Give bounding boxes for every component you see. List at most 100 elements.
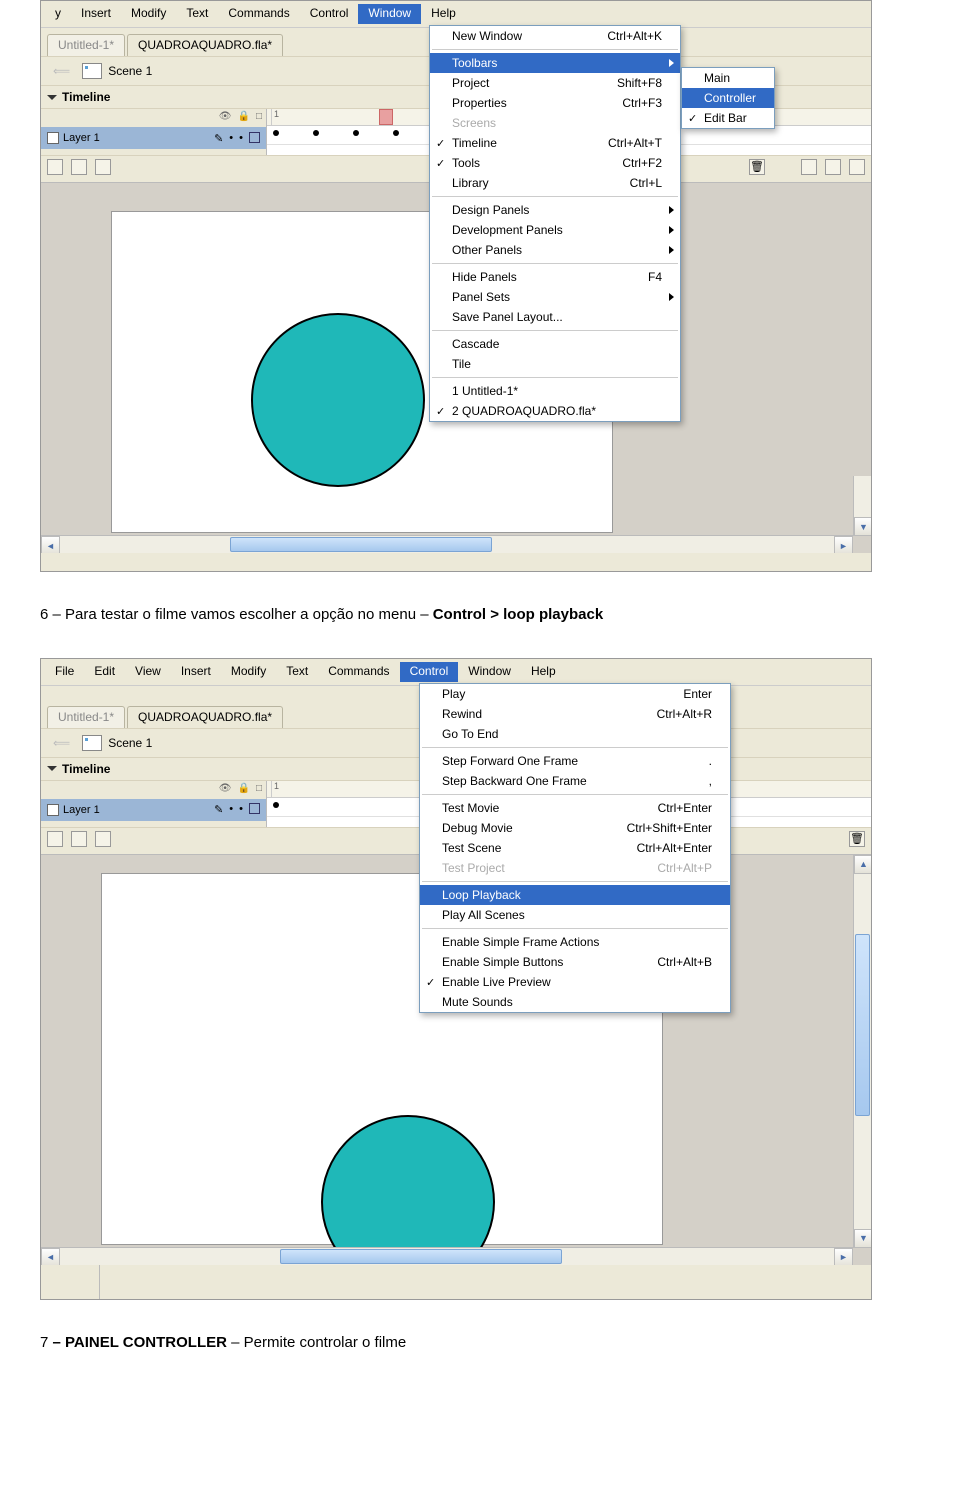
add-folder-button[interactable] [95, 831, 111, 847]
menu-insert[interactable]: Insert [71, 4, 121, 24]
menu-view[interactable]: View [125, 662, 171, 682]
trash-button[interactable]: 🗑 [849, 831, 865, 847]
menu-item[interactable]: Toolbars [430, 53, 680, 73]
menu-window[interactable]: Window [358, 4, 421, 24]
layer-row[interactable]: Layer 1 ✎•• [41, 799, 266, 821]
menu-item[interactable]: PropertiesCtrl+F3 [430, 93, 680, 113]
menu-item[interactable]: Enable Simple ButtonsCtrl+Alt+B [420, 952, 730, 972]
menu-item[interactable]: Debug MovieCtrl+Shift+Enter [420, 818, 730, 838]
menu-item[interactable]: Play All Scenes [420, 905, 730, 925]
scroll-left-button[interactable]: ◄ [41, 1248, 60, 1265]
scroll-right-button[interactable]: ► [834, 1248, 853, 1265]
scroll-down-button[interactable]: ▼ [854, 517, 871, 536]
playhead[interactable] [379, 109, 393, 125]
keyframe[interactable] [313, 130, 319, 136]
menu-item[interactable]: Loop Playback [420, 885, 730, 905]
tab-untitled[interactable]: Untitled-1* [47, 34, 125, 56]
menu-item[interactable]: Save Panel Layout... [430, 307, 680, 327]
menu-window[interactable]: Window [458, 662, 521, 682]
menu-item[interactable]: ✓ToolsCtrl+F2 [430, 153, 680, 173]
menu-item[interactable]: Test ProjectCtrl+Alt+P [420, 858, 730, 878]
menu-text[interactable]: Text [276, 662, 318, 682]
menu-item[interactable]: 1 Untitled-1* [430, 381, 680, 401]
menu-control[interactable]: Control [400, 662, 459, 682]
menu-item[interactable]: Test SceneCtrl+Alt+Enter [420, 838, 730, 858]
menu-item[interactable]: ✓Enable Live Preview [420, 972, 730, 992]
tab-quadro[interactable]: QUADROAQUADRO.fla* [127, 706, 283, 728]
add-layer-button[interactable] [47, 831, 63, 847]
menu-item[interactable]: LibraryCtrl+L [430, 173, 680, 193]
onion-outline-button[interactable] [825, 159, 841, 175]
menu-item[interactable]: Main [682, 68, 774, 88]
menu-insert[interactable]: Insert [171, 662, 221, 682]
keyframe[interactable] [393, 130, 399, 136]
menu-help[interactable]: Help [421, 4, 466, 24]
add-guide-button[interactable] [71, 831, 87, 847]
scroll-left-button[interactable]: ◄ [41, 536, 60, 553]
scroll-track[interactable] [60, 536, 834, 553]
layer-row[interactable]: Layer 1 ✎•• [41, 127, 266, 149]
menu-item[interactable]: Screens [430, 113, 680, 133]
menu-item[interactable]: Enable Simple Frame Actions [420, 932, 730, 952]
scroll-thumb[interactable] [855, 934, 870, 1116]
onion-button[interactable] [801, 159, 817, 175]
scroll-up-button[interactable]: ▲ [854, 855, 871, 874]
menu-item[interactable]: Design Panels [430, 200, 680, 220]
scroll-track[interactable] [60, 1248, 834, 1265]
menu-item[interactable]: ✓2 QUADROAQUADRO.fla* [430, 401, 680, 421]
trash-button[interactable]: 🗑 [749, 159, 765, 175]
shape-circle[interactable] [251, 313, 425, 487]
edit-multi-button[interactable] [849, 159, 865, 175]
menu-item[interactable]: Panel Sets [430, 287, 680, 307]
menu-y[interactable]: y [45, 4, 71, 24]
menu-item[interactable]: Go To End [420, 724, 730, 744]
menu-item[interactable]: ✓Edit Bar [682, 108, 774, 128]
menu-commands[interactable]: Commands [218, 4, 299, 24]
back-icon[interactable]: ⟸ [47, 64, 76, 78]
menu-item[interactable]: Test MovieCtrl+Enter [420, 798, 730, 818]
outline-icon: □ [256, 783, 262, 797]
menu-item[interactable]: Mute Sounds [420, 992, 730, 1012]
menu-modify[interactable]: Modify [221, 662, 276, 682]
scrollbar-vertical[interactable]: ▲ ▼ [853, 855, 871, 1248]
scroll-thumb[interactable] [280, 1249, 562, 1264]
scrollbar-horizontal[interactable]: ◄ ► [41, 1247, 853, 1265]
menu-control[interactable]: Control [300, 4, 359, 24]
menu-item[interactable]: Controller [682, 88, 774, 108]
scrollbar-horizontal[interactable]: ◄ ► [41, 535, 853, 553]
scroll-down-button[interactable]: ▼ [854, 1229, 871, 1248]
menu-item[interactable]: Step Forward One Frame. [420, 751, 730, 771]
keyframe[interactable] [273, 130, 279, 136]
menu-help[interactable]: Help [521, 662, 566, 682]
menu-item[interactable]: Cascade [430, 334, 680, 354]
scroll-track[interactable] [854, 874, 871, 1229]
keyframe[interactable] [273, 802, 279, 808]
menu-item[interactable]: Development Panels [430, 220, 680, 240]
menu-edit[interactable]: Edit [84, 662, 125, 682]
menu-item[interactable]: Tile [430, 354, 680, 374]
add-folder-button[interactable] [95, 159, 111, 175]
scroll-right-button[interactable]: ► [834, 536, 853, 553]
scroll-track[interactable] [854, 476, 871, 517]
menu-item[interactable]: PlayEnter [420, 684, 730, 704]
scroll-thumb[interactable] [230, 537, 492, 552]
menu-modify[interactable]: Modify [121, 4, 176, 24]
menu-item[interactable]: Step Backward One Frame, [420, 771, 730, 791]
keyframe[interactable] [353, 130, 359, 136]
menu-item[interactable]: Other Panels [430, 240, 680, 260]
back-icon[interactable]: ⟸ [47, 736, 76, 750]
menu-item[interactable]: ✓TimelineCtrl+Alt+T [430, 133, 680, 153]
menu-commands[interactable]: Commands [318, 662, 399, 682]
menu-text[interactable]: Text [176, 4, 218, 24]
menu-item[interactable]: RewindCtrl+Alt+R [420, 704, 730, 724]
menu-item[interactable]: ProjectShift+F8 [430, 73, 680, 93]
add-guide-button[interactable] [71, 159, 87, 175]
menu-item[interactable]: Hide PanelsF4 [430, 267, 680, 287]
tab-untitled[interactable]: Untitled-1* [47, 706, 125, 728]
add-layer-button[interactable] [47, 159, 63, 175]
menu-item[interactable]: New WindowCtrl+Alt+K [430, 26, 680, 46]
menu-file[interactable]: File [45, 662, 84, 682]
caption-6: 6 – Para testar o filme vamos escolher a… [40, 602, 920, 628]
tab-quadro[interactable]: QUADROAQUADRO.fla* [127, 34, 283, 56]
scrollbar-vertical[interactable]: ▼ [853, 476, 871, 536]
